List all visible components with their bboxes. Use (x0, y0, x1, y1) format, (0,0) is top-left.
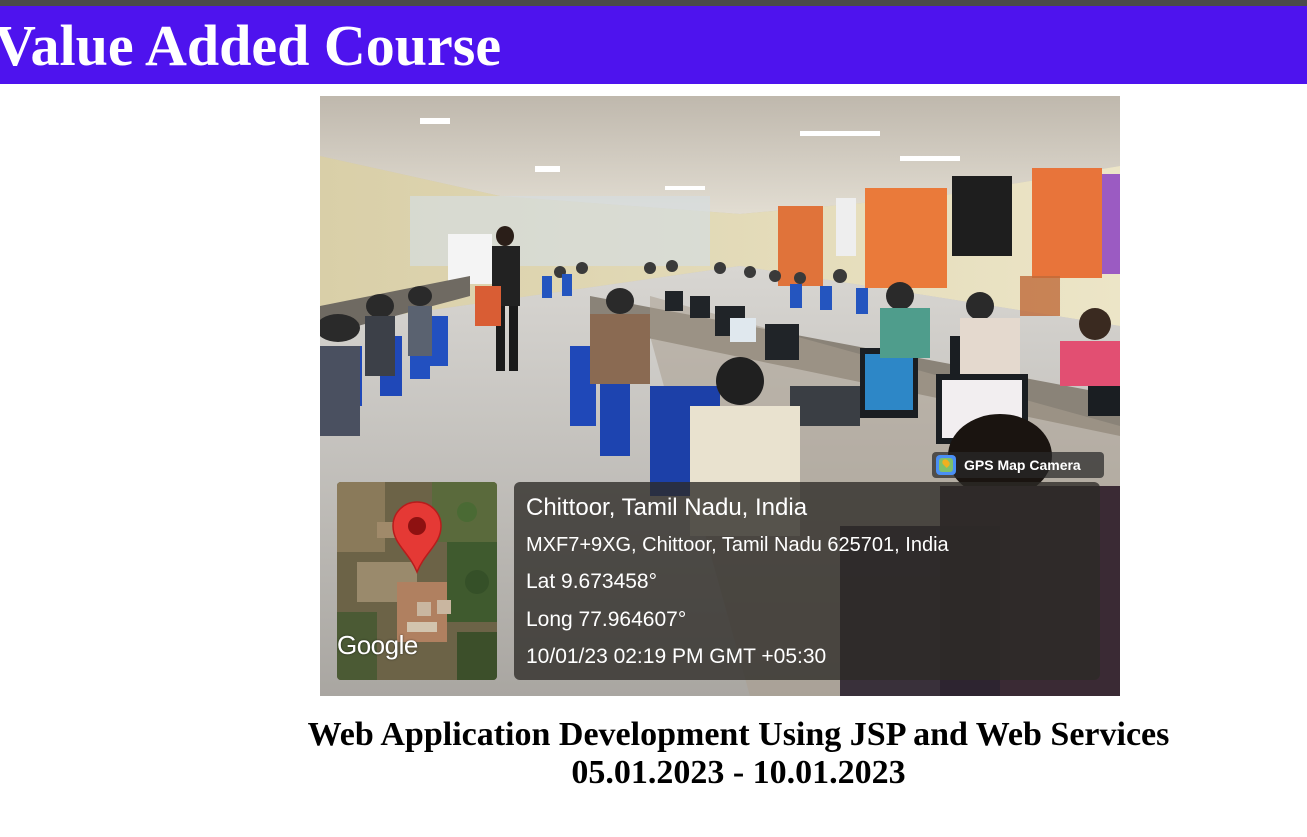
location-longitude: Long 77.964607° (526, 608, 687, 631)
course-name: Web Application Development Using JSP an… (307, 716, 1170, 753)
location-latitude: Lat 9.673458° (526, 570, 658, 593)
gps-map-camera-badge: GPS Map Camera (932, 452, 1104, 478)
course-caption: Web Application Development Using JSP an… (170, 716, 1307, 792)
location-address: MXF7+9XG, Chittoor, Tamil Nadu 625701, I… (526, 534, 949, 556)
location-timestamp: 10/01/23 02:19 PM GMT +05:30 (526, 645, 827, 668)
course-photo: GPS Map Camera Google Chittoor, Tamil Na… (320, 96, 1120, 696)
location-info-panel: Chittoor, Tamil Nadu, India MXF7+9XG, Ch… (514, 482, 1100, 680)
location-place: Chittoor, Tamil Nadu, India (526, 494, 808, 521)
course-dates: 05.01.2023 - 10.01.2023 (571, 754, 906, 791)
gps-map-camera-icon (936, 455, 956, 475)
page-title: Value Added Course (0, 13, 502, 78)
google-logo-text: Google (337, 630, 418, 660)
map-pin-icon (392, 501, 442, 574)
map-thumbnail: Google (337, 482, 497, 680)
title-banner: Value Added Course (0, 6, 1307, 84)
gps-badge-label: GPS Map Camera (964, 457, 1081, 473)
